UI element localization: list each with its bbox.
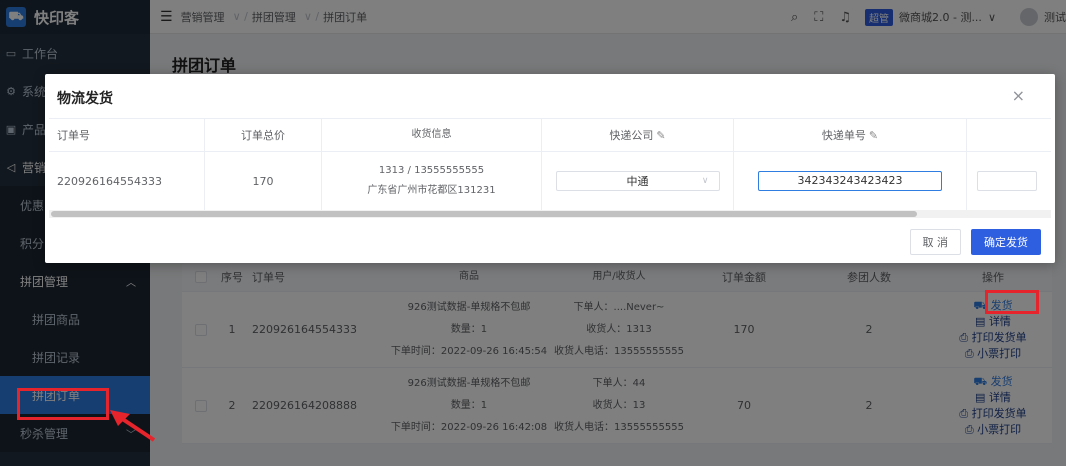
highlight-box-sidebar: [17, 388, 109, 420]
tracking-cell: 342343243423423: [734, 152, 967, 210]
tracking-number-input[interactable]: 342343243423423: [758, 171, 942, 191]
edit-icon[interactable]: ✎: [656, 129, 665, 142]
cancel-button[interactable]: 取 消: [909, 229, 961, 255]
dialog-table-row: 220926164554333 170 1313 / 13555555555 广…: [49, 152, 1051, 210]
order-number: 220926164554333: [49, 152, 205, 210]
close-icon[interactable]: ×: [1012, 86, 1025, 105]
receiver-address: 广东省广州市花都区131231: [367, 185, 496, 196]
dialog-footer: 取 消 确定发货: [900, 229, 1041, 255]
column-header-extra: [967, 119, 1051, 151]
courier-select[interactable]: 中通 ∨: [555, 171, 720, 191]
dialog-title: 物流发货: [57, 91, 113, 107]
column-header-label: 快递公司: [609, 129, 654, 142]
confirm-ship-button[interactable]: 确定发货: [971, 229, 1041, 255]
column-header-courier: 快递公司 ✎: [542, 119, 734, 151]
scrollbar-thumb[interactable]: [51, 211, 917, 217]
extra-input[interactable]: [977, 171, 1037, 191]
dialog-table: 订单号 订单总价 收货信息 快递公司 ✎ 快递单号 ✎ 220926164554…: [49, 118, 1051, 210]
chevron-down-icon: ∨: [701, 176, 709, 186]
receiver-contact: 1313 / 13555555555: [378, 165, 485, 176]
edit-icon[interactable]: ✎: [869, 129, 878, 142]
column-header: 收货信息: [322, 119, 542, 151]
horizontal-scrollbar[interactable]: [49, 210, 1051, 218]
arrow-pointer-icon: [110, 410, 156, 442]
highlight-box-ship: [985, 290, 1039, 314]
dialog-table-header: 订单号 订单总价 收货信息 快递公司 ✎ 快递单号 ✎: [49, 119, 1051, 152]
column-header: 订单总价: [205, 119, 322, 151]
column-header: 订单号: [49, 119, 205, 151]
receiver-info: 1313 / 13555555555 广东省广州市花都区131231: [322, 152, 542, 210]
extra-cell: [967, 152, 1051, 210]
column-header-tracking: 快递单号 ✎: [734, 119, 967, 151]
courier-value: 中通: [626, 175, 649, 188]
logistics-dialog: 物流发货 × 订单号 订单总价 收货信息 快递公司 ✎ 快递单号 ✎ 22092…: [45, 74, 1055, 263]
courier-cell: 中通 ∨: [542, 152, 734, 210]
column-header-label: 快递单号: [821, 129, 866, 142]
order-total: 170: [205, 152, 322, 210]
